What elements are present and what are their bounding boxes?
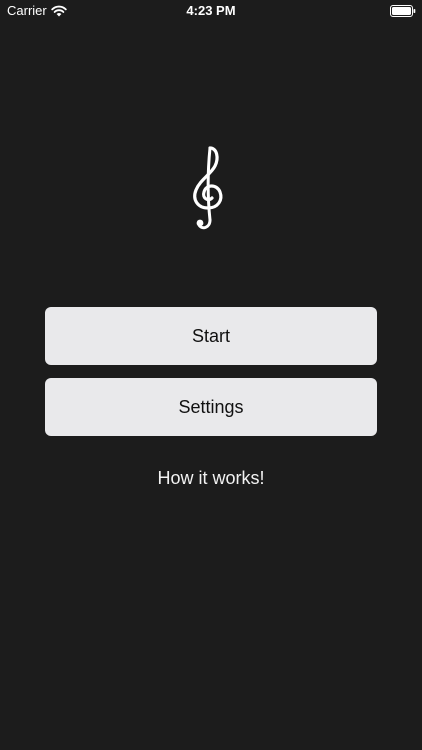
how-it-works-link[interactable]: How it works! bbox=[0, 468, 422, 489]
battery-icon bbox=[390, 5, 416, 17]
settings-button-label: Settings bbox=[178, 396, 244, 417]
status-bar: Carrier 4:23 PM bbox=[0, 0, 422, 22]
start-button[interactable]: Start bbox=[45, 307, 377, 365]
settings-button[interactable]: Settings bbox=[45, 378, 377, 436]
start-button-label: Start bbox=[191, 325, 230, 346]
treble-clef-icon bbox=[193, 146, 223, 230]
status-time: 4:23 PM bbox=[186, 3, 236, 18]
